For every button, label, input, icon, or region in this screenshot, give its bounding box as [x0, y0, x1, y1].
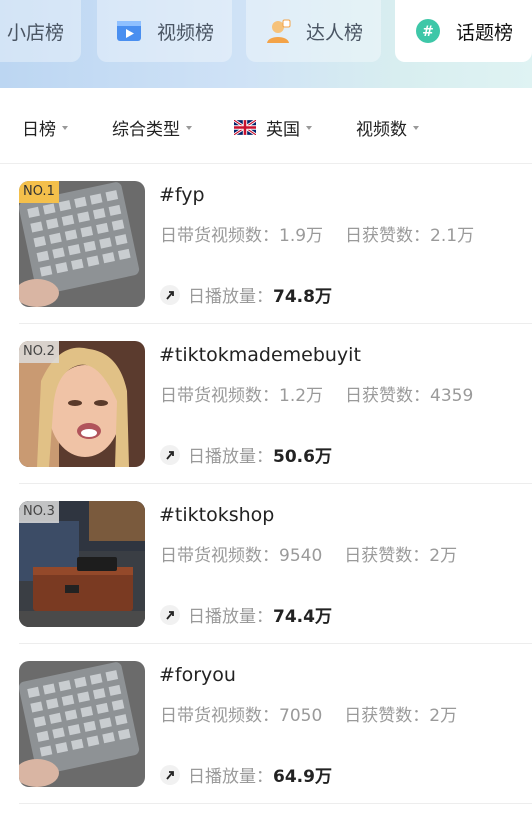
topic-ranking-list: NO.1 #fyp 日带货视频数：1.9万 日获赞数：2.1万 日播放量： 74.8… [0, 164, 532, 804]
period-dropdown[interactable]: 日榜 [22, 116, 68, 140]
tab-label: 视频榜 [156, 21, 214, 44]
topic-stats: 日带货视频数：7050 日获赞数：2万 [160, 706, 458, 726]
uk-flag-icon [234, 119, 256, 135]
list-item[interactable]: #foryou 日带货视频数：7050 日获赞数：2万 日播放量： 64.9万 [19, 644, 532, 804]
topic-stats: 日带货视频数：1.9万 日获赞数：2.1万 [160, 226, 475, 246]
likes-count: 4359 [430, 386, 474, 406]
trend-up-icon [160, 604, 180, 625]
tab-label: 小店榜 [6, 21, 64, 44]
topic-thumbnail: NO.3 [19, 501, 145, 627]
country-dropdown[interactable]: 英国 [234, 116, 312, 140]
rank-badge: NO.2 [19, 341, 59, 363]
trend-up-icon [160, 764, 180, 785]
likes-count: 2万 [429, 706, 458, 726]
category-label: 综合类型 [112, 119, 180, 140]
topic-stats: 日带货视频数：9540 日获赞数：2万 [160, 546, 458, 566]
svg-text:#: # [422, 24, 434, 40]
likes-count: 2万 [429, 546, 458, 566]
tab-topic-ranking[interactable]: # 话题榜 [395, 0, 532, 62]
tab-shop-ranking[interactable]: 小店榜 [0, 0, 81, 62]
topic-thumbnail [19, 661, 145, 787]
video-clip-icon [116, 21, 141, 41]
trend-up-icon [160, 444, 180, 465]
topic-title: #tiktokshop [159, 504, 275, 526]
filter-bar: 日榜 综合类型 英国 视频数 [0, 88, 532, 164]
chevron-down-icon [186, 126, 192, 130]
chevron-down-icon [413, 126, 419, 130]
likes-count: 2.1万 [430, 226, 475, 246]
sort-dropdown[interactable]: 视频数 [356, 116, 419, 140]
list-item[interactable]: NO.2 #tiktokmademebuyit 日带货视频数：1.2万 日获赞数：… [19, 324, 532, 484]
sort-label: 视频数 [356, 119, 407, 140]
tab-label: 达人榜 [305, 21, 363, 44]
topic-title: #tiktokmademebuyit [159, 344, 361, 366]
period-label: 日榜 [22, 119, 56, 140]
country-label: 英国 [266, 119, 300, 140]
video-count: 9540 [279, 546, 323, 566]
daily-plays: 日播放量： 50.6万 [160, 442, 332, 467]
topic-icon: # [415, 19, 440, 43]
video-count: 1.9万 [279, 226, 324, 246]
ranking-tabs-bar: 小店榜 视频榜 达人榜 # 话题榜 [0, 0, 532, 88]
daily-plays: 日播放量： 64.9万 [160, 762, 332, 787]
topic-thumbnail: NO.1 [19, 181, 145, 307]
plays-value: 74.8万 [273, 287, 332, 307]
plays-value: 74.4万 [273, 607, 332, 627]
plays-value: 50.6万 [273, 447, 332, 467]
topic-title: #foryou [159, 664, 236, 686]
video-count: 7050 [279, 706, 323, 726]
tab-creator-ranking[interactable]: 达人榜 [246, 0, 381, 62]
list-item[interactable]: NO.3 #tiktokshop 日带货视频数：9540 日获赞数：2万 日播放量… [19, 484, 532, 644]
rank-badge: NO.3 [19, 501, 59, 523]
tab-video-ranking[interactable]: 视频榜 [97, 0, 232, 62]
topic-stats: 日带货视频数：1.2万 日获赞数：4359 [160, 386, 474, 406]
topic-title: #fyp [159, 184, 205, 206]
daily-plays: 日播放量： 74.4万 [160, 602, 332, 627]
daily-plays: 日播放量： 74.8万 [160, 282, 332, 307]
rank-badge: NO.1 [19, 181, 59, 203]
category-dropdown[interactable]: 综合类型 [112, 116, 192, 140]
list-item[interactable]: NO.1 #fyp 日带货视频数：1.9万 日获赞数：2.1万 日播放量： 74.8… [19, 164, 532, 324]
video-count: 1.2万 [279, 386, 324, 406]
creator-icon [266, 19, 291, 43]
trend-up-icon [160, 284, 180, 305]
plays-value: 64.9万 [273, 767, 332, 787]
topic-thumbnail: NO.2 [19, 341, 145, 467]
chevron-down-icon [306, 126, 312, 130]
tab-label: 话题榜 [455, 21, 513, 44]
chevron-down-icon [62, 126, 68, 130]
